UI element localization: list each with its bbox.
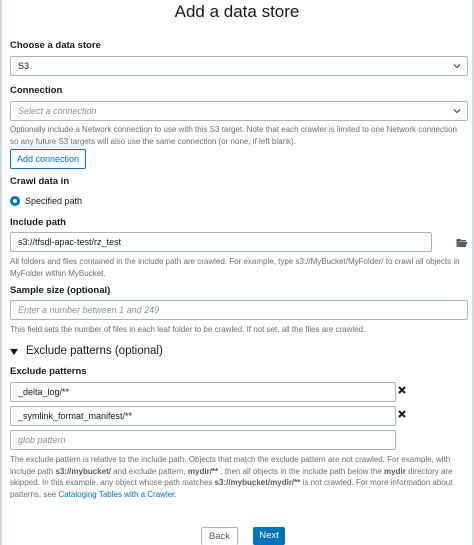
folder-open-icon[interactable]	[456, 236, 468, 248]
crawl-data-label: Crawl data in	[10, 176, 70, 187]
caret-down-icon	[10, 342, 18, 360]
exclude-patterns-label: Exclude patterns	[10, 366, 87, 377]
exclude-pattern-value-1: _delta_log/**	[18, 387, 70, 397]
exclude-patterns-description: The exclude pattern is relative to the i…	[10, 455, 453, 499]
sample-size-placeholder: Enter a number between 1 and 249	[18, 305, 160, 315]
include-path-label: Include path	[10, 217, 66, 228]
next-button[interactable]: Next	[253, 527, 285, 545]
back-button[interactable]: Back	[201, 527, 238, 545]
data-store-label: Choose a data store	[10, 40, 101, 51]
cataloging-tables-link[interactable]: Cataloging Tables with a Crawler	[58, 490, 174, 499]
exclude-pattern-new-input[interactable]: glob pattern	[10, 430, 396, 450]
data-store-select[interactable]: S3	[10, 56, 468, 76]
exclude-section-toggle[interactable]: Exclude patterns (optional)	[10, 342, 163, 360]
close-icon[interactable]	[397, 406, 409, 418]
chevron-down-icon	[453, 62, 461, 70]
data-store-value: S3	[18, 61, 30, 71]
sample-size-description: This field sets the number of files in e…	[10, 325, 366, 334]
radio-selected-icon[interactable]	[10, 196, 20, 206]
include-path-description: All folders and files contained in the i…	[10, 257, 460, 278]
connection-select[interactable]: Select a connection	[10, 101, 468, 121]
exclude-pattern-input-2[interactable]: _symlink_format_manifest/**	[10, 406, 396, 426]
specified-path-label: Specified path	[25, 196, 83, 206]
sample-size-label: Sample size (optional)	[10, 285, 111, 296]
add-connection-button[interactable]: Add connection	[10, 149, 87, 169]
connection-description: Optionally include a Network connection …	[10, 125, 457, 146]
include-path-value: s3://tfsdl-apac-test/rz_test	[18, 237, 122, 247]
connection-label: Connection	[10, 85, 63, 96]
specified-path-option[interactable]: Specified path	[10, 195, 82, 207]
glob-pattern-placeholder: glob pattern	[18, 435, 66, 445]
exclude-section-label: Exclude patterns (optional)	[26, 345, 163, 357]
connection-placeholder: Select a connection	[18, 106, 97, 116]
page-title: Add a data store	[174, 2, 300, 21]
close-icon[interactable]	[397, 382, 409, 394]
chevron-down-icon	[453, 107, 461, 115]
exclude-pattern-input-1[interactable]: _delta_log/**	[10, 382, 396, 402]
left-frame-border	[0, 0, 2, 545]
sample-size-input[interactable]: Enter a number between 1 and 249	[10, 300, 468, 320]
exclude-pattern-value-2: _symlink_format_manifest/**	[18, 411, 133, 421]
include-path-input[interactable]: s3://tfsdl-apac-test/rz_test	[10, 232, 432, 252]
